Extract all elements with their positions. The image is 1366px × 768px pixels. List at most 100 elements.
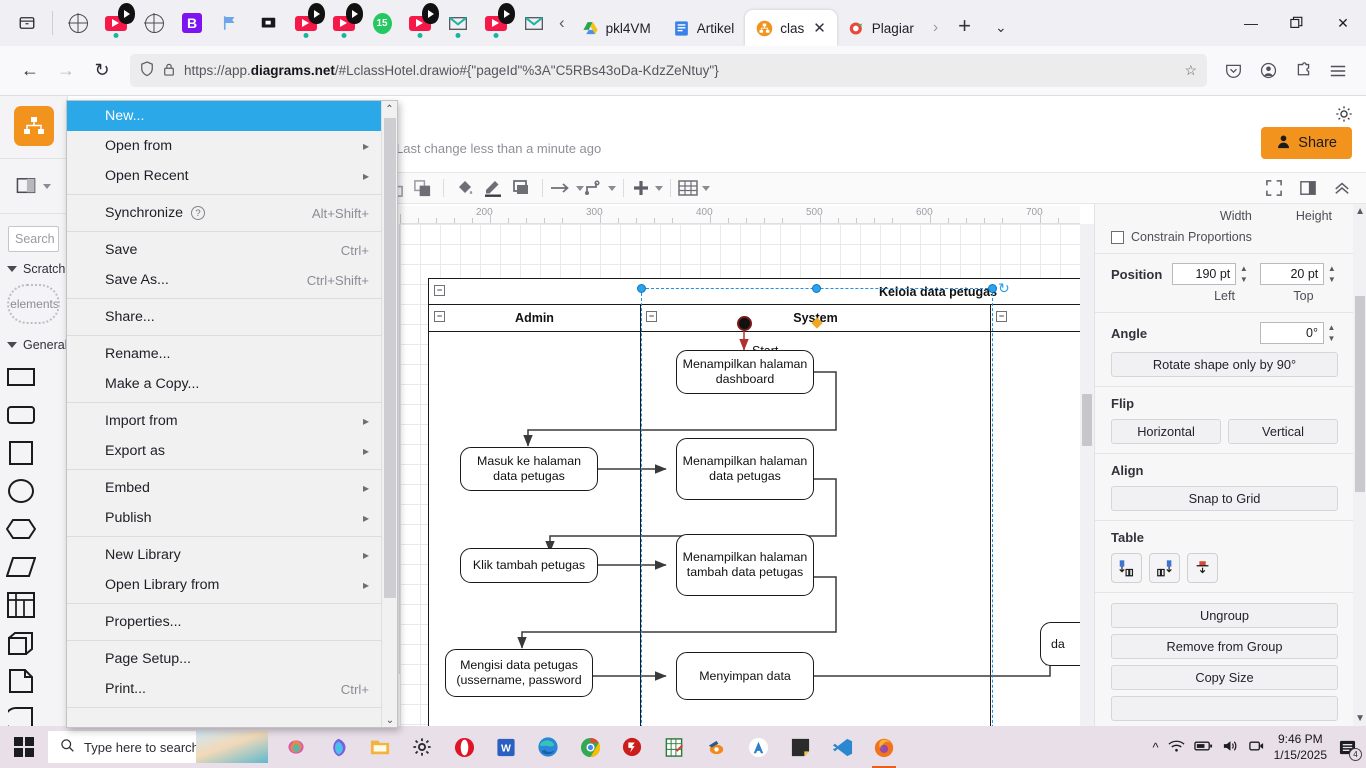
- forward-button[interactable]: →: [48, 53, 84, 89]
- app-menu-icon[interactable]: [1322, 55, 1354, 87]
- layers-button[interactable]: [0, 171, 67, 201]
- account-icon[interactable]: [1252, 55, 1284, 87]
- shape-table[interactable]: [4, 586, 38, 624]
- show-hidden-icons-chevron[interactable]: ^: [1153, 740, 1159, 755]
- lock-icon[interactable]: [163, 62, 175, 80]
- sticky-notes-icon[interactable]: [780, 726, 820, 768]
- reload-button[interactable]: ↻: [84, 53, 120, 89]
- format-panel-scrollbar[interactable]: [1353, 204, 1366, 726]
- spreadsheet-icon[interactable]: [654, 726, 694, 768]
- fill-color-icon[interactable]: [451, 172, 479, 204]
- resize-handle-left[interactable]: [637, 284, 646, 293]
- lane-third[interactable]: −: [991, 305, 1080, 757]
- share-button[interactable]: Share: [1261, 127, 1352, 159]
- lane-header[interactable]: −: [991, 305, 1080, 332]
- search-shapes-input[interactable]: Search Shapes: [8, 226, 59, 252]
- new-tab-button[interactable]: +: [946, 13, 983, 39]
- taskbar-clock[interactable]: 9:46 PM 1/15/2025: [1274, 731, 1327, 763]
- notification-center-button[interactable]: 4: [1336, 736, 1362, 761]
- stepper-arrows[interactable]: ▲ ▼: [1237, 263, 1250, 285]
- section-general[interactable]: General: [0, 328, 67, 356]
- bookmark-youtube-5[interactable]: [477, 0, 515, 46]
- chevron-down-icon[interactable]: [702, 185, 710, 191]
- shape-document[interactable]: [4, 662, 38, 700]
- theme-toggle-sun-icon[interactable]: [1335, 105, 1353, 128]
- chevron-down-icon[interactable]: [655, 185, 663, 191]
- menu-item-print[interactable]: Print... Ctrl+: [67, 674, 383, 704]
- bookmark-youtube-2[interactable]: [287, 0, 325, 46]
- wifi-icon[interactable]: [1168, 739, 1185, 756]
- volume-icon[interactable]: [1222, 739, 1239, 756]
- collapse-toolbar-icon[interactable]: [1328, 172, 1356, 204]
- bookmark-flag-blue-icon[interactable]: [211, 0, 249, 46]
- waypoints-icon[interactable]: [584, 172, 616, 204]
- position-top-input[interactable]: 20 pt: [1260, 263, 1325, 285]
- menu-item-new-library[interactable]: New Library ▸: [67, 540, 383, 570]
- pocket-icon[interactable]: [1217, 55, 1249, 87]
- file-menu-dropdown[interactable]: New... Open from ▸ Open Recent ▸ Synchronize?…: [66, 100, 398, 728]
- copy-size-button[interactable]: Copy Size: [1111, 665, 1338, 690]
- address-bar[interactable]: https://app.diagrams.net/#LclassHotel.dr…: [130, 54, 1207, 87]
- menu-item-publish[interactable]: Publish ▸: [67, 503, 383, 533]
- node-masuk-halaman-data-petugas[interactable]: Masuk ke halaman data petugas: [460, 447, 598, 491]
- bookmark-archive-icon[interactable]: [8, 0, 46, 46]
- remove-from-group-button[interactable]: Remove from Group: [1111, 634, 1338, 659]
- edge-icon[interactable]: [528, 726, 568, 768]
- flip-vertical-button[interactable]: Vertical: [1228, 419, 1338, 444]
- position-left-input[interactable]: 190 pt: [1172, 263, 1237, 285]
- opera-icon[interactable]: [444, 726, 484, 768]
- tab-list-chevron-icon[interactable]: ⌄: [983, 19, 1019, 36]
- bookmark-badge-15-icon[interactable]: 15: [363, 0, 401, 46]
- start-node[interactable]: [737, 316, 752, 331]
- window-minimize-icon[interactable]: —: [1228, 0, 1274, 46]
- resize-handle-mid[interactable]: [812, 284, 821, 293]
- word-icon[interactable]: W: [486, 726, 526, 768]
- back-button[interactable]: ←: [12, 53, 48, 89]
- stepper-up-icon[interactable]: ▲: [1325, 322, 1338, 333]
- vscode-icon[interactable]: [822, 726, 862, 768]
- battery-icon[interactable]: [1193, 740, 1213, 755]
- bookmark-overflow-chevron-icon[interactable]: ‹: [553, 13, 571, 33]
- menu-item-rename[interactable]: Rename...: [67, 339, 383, 369]
- menu-item-properties[interactable]: Properties...: [67, 607, 383, 637]
- menu-item-import-from[interactable]: Import from ▸: [67, 406, 383, 436]
- bookmark-youtube-1[interactable]: [97, 0, 135, 46]
- node-mengisi-data-petugas[interactable]: Mengisi data petugas (ussername, passwor…: [445, 649, 593, 697]
- tab-pkl4vm[interactable]: pkl4VM: [571, 10, 662, 46]
- arduino-icon[interactable]: [738, 726, 778, 768]
- menu-scroll-up-icon[interactable]: ⌃: [382, 101, 397, 118]
- angle-stepper[interactable]: 0° ▲ ▼: [1260, 322, 1338, 344]
- chrome-icon[interactable]: [570, 726, 610, 768]
- flip-horizontal-button[interactable]: Horizontal: [1111, 419, 1221, 444]
- position-left-stepper[interactable]: 190 pt ▲ ▼: [1172, 263, 1250, 285]
- insert-row-above-icon[interactable]: [1111, 553, 1142, 583]
- menu-item-synchronize[interactable]: Synchronize? Alt+Shift+: [67, 198, 383, 228]
- menu-item-embed[interactable]: Embed ▸: [67, 473, 383, 503]
- chevron-down-icon[interactable]: [576, 185, 584, 191]
- meet-now-icon[interactable]: [1248, 739, 1265, 756]
- bookmark-youtube-4[interactable]: [401, 0, 439, 46]
- bookmark-youtube-3[interactable]: [325, 0, 363, 46]
- position-top-stepper[interactable]: 20 pt ▲ ▼: [1260, 263, 1338, 285]
- shape-hexagon[interactable]: [4, 510, 38, 548]
- bookmark-gmail-2-icon[interactable]: [515, 0, 553, 46]
- menu-item-page-setup[interactable]: Page Setup...: [67, 644, 383, 674]
- menu-item-save[interactable]: Save Ctrl+: [67, 235, 383, 265]
- tab-close-icon[interactable]: ✕: [813, 19, 826, 37]
- node-menyimpan-data[interactable]: Menyimpan data: [676, 652, 814, 700]
- table-icon[interactable]: [678, 172, 710, 204]
- ungroup-button[interactable]: Ungroup: [1111, 603, 1338, 628]
- constrain-proportions-checkbox[interactable]: [1111, 230, 1124, 244]
- rotate-handle-icon[interactable]: ↻: [998, 280, 1010, 297]
- scrollbar-thumb[interactable]: [1355, 296, 1365, 492]
- diagram-canvas[interactable]: − Kelola data petugas − Admin − System: [400, 224, 1080, 762]
- resize-handle-right[interactable]: [988, 284, 997, 293]
- file-menu-scrollbar[interactable]: ⌃ ⌄: [381, 101, 397, 727]
- node-menampilkan-halaman-tambah[interactable]: Menampilkan halaman tambah data petugas: [676, 534, 814, 596]
- canvas-vertical-scrollbar[interactable]: [1080, 224, 1094, 762]
- flash-icon[interactable]: [612, 726, 652, 768]
- shape-parallelogram[interactable]: [4, 548, 38, 586]
- chevron-down-icon[interactable]: [608, 185, 616, 191]
- collapse-icon[interactable]: −: [996, 311, 1007, 322]
- bookmark-flag-black-icon[interactable]: [249, 0, 287, 46]
